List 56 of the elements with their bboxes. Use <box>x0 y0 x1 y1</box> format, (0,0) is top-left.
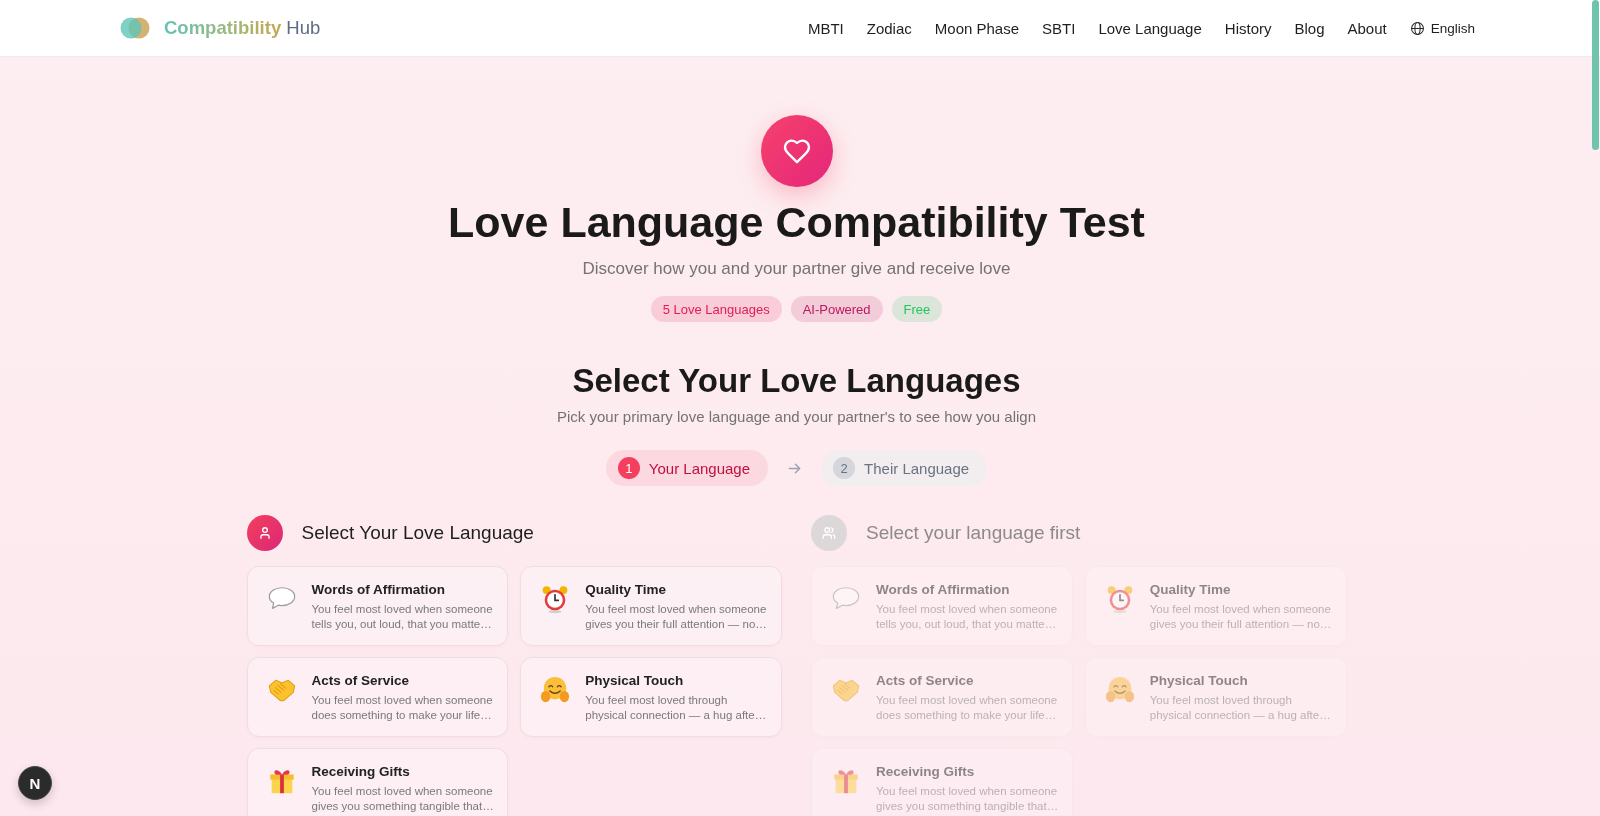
nav-link[interactable]: Zodiac <box>866 19 912 37</box>
arrow-icon <box>788 461 802 475</box>
option-title: Words of Affirmation <box>876 581 1011 599</box>
option-description: You feel most loved through physical connection — a hug afte… <box>585 693 768 723</box>
step-number: 2 <box>833 457 856 479</box>
section-title: Select Your Love Languages <box>572 361 1021 401</box>
nav-link[interactable]: History <box>1224 19 1272 37</box>
option-title: Acts of Service <box>311 672 411 690</box>
option-description: You feel most loved when someone gives you something tangible that… <box>876 784 1060 814</box>
option-title: Physical Touch <box>1149 672 1249 690</box>
option-title: Quality Time <box>1149 581 1232 599</box>
option-title: Words of Affirmation <box>311 581 446 599</box>
language-option-card[interactable]: Physical Touch You feel most loved through physical connection — a hug afte… <box>520 657 782 737</box>
step-label: Their Language <box>864 459 970 477</box>
option-title: Physical Touch <box>585 672 685 690</box>
option-title: Receiving Gifts <box>311 763 411 781</box>
option-description: You feel most loved when someone gives you something tangible that… <box>311 784 495 814</box>
option-title: Acts of Service <box>876 672 975 690</box>
scrollbar-thumb[interactable] <box>1592 0 1599 150</box>
language-option-card[interactable]: Receiving Gifts You feel most loved when someone gives you something tangible that… <box>246 748 509 816</box>
nav-link[interactable]: About <box>1347 19 1387 37</box>
option-title: Receiving Gifts <box>876 763 976 781</box>
logo-icon <box>120 17 150 39</box>
nav-link[interactable]: Love Language <box>1098 19 1202 37</box>
nav-link[interactable]: MBTI <box>807 19 844 37</box>
option-description: You feel most loved when someone tells you, out loud, that you matte… <box>876 602 1059 632</box>
hugging-face-icon <box>540 675 571 705</box>
hugging-face-icon <box>1104 675 1135 705</box>
feature-badge: AI-Powered <box>790 296 883 322</box>
dev-tools-button[interactable]: N <box>18 766 52 800</box>
section-subtitle: Pick your primary love language and your partner's to see how you align <box>557 407 1036 427</box>
nav-link[interactable]: Moon Phase <box>934 19 1020 37</box>
person-icon <box>246 515 283 551</box>
page-subtitle: Discover how you and your partner give and receive love <box>582 258 1011 280</box>
option-title: Quality Time <box>585 581 668 599</box>
language-selector[interactable]: English <box>1409 20 1475 36</box>
option-description: You feel most loved when someone does something to make your life… <box>876 693 1059 723</box>
option-description: You feel most loved when someone gives you their full attention — no… <box>585 602 768 632</box>
globe-icon <box>1409 20 1425 36</box>
panel-heading: Select Your Love Language <box>301 522 534 544</box>
page-title: Love Language Compatibility Test <box>448 197 1145 247</box>
feature-badge: 5 Love Languages <box>650 296 782 322</box>
option-description: You feel most loved when someone tells you, out loud, that you matte… <box>311 602 494 632</box>
nav-link[interactable]: SBTI <box>1042 19 1076 37</box>
option-description: You feel most loved through physical connection — a hug afte… <box>1149 693 1332 723</box>
option-description: You feel most loved when someone gives you their full attention — no… <box>1149 602 1333 632</box>
language-option-card[interactable]: Acts of Service You feel most loved when someone does something to make your life… <box>246 657 509 737</box>
option-description: You feel most loved when someone does something to make your life… <box>311 693 494 723</box>
feature-badge: Free <box>891 296 943 322</box>
nav-link[interactable]: Blog <box>1294 19 1325 37</box>
panel-heading: Select your language first <box>866 522 1081 544</box>
step-label: Your Language <box>648 459 751 477</box>
people-icon <box>811 515 847 551</box>
language-option-card[interactable]: Words of Affirmation You feel most loved when someone tells you, out loud, that you matte… <box>246 566 509 646</box>
language-option-card[interactable]: Quality Time You feel most loved when someone gives you their full attention — no… <box>520 566 782 646</box>
step-number: 1 <box>617 457 640 479</box>
